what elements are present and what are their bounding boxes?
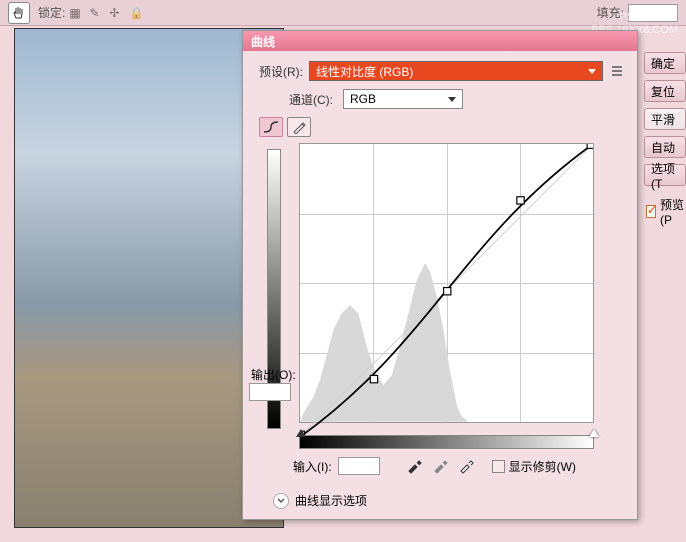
lock-label: 锁定: (38, 4, 65, 21)
options-button[interactable]: 选项(T (644, 164, 686, 186)
lock-transparency-icon[interactable]: ▦ (69, 6, 83, 20)
curves-graph[interactable] (299, 143, 594, 423)
lock-brush-icon[interactable]: ✎ (89, 6, 103, 20)
expand-options-icon[interactable] (273, 493, 289, 509)
gray-eyedropper-icon[interactable] (430, 456, 450, 476)
preset-dropdown[interactable]: 线性对比度 (RGB) (309, 61, 603, 81)
black-point-slider[interactable] (296, 429, 306, 437)
input-label: 输入(I): (293, 458, 332, 475)
advanced-label: 曲线显示选项 (295, 492, 367, 509)
lock-all-icon[interactable]: 🔒 (129, 6, 143, 20)
lock-move-icon[interactable]: ✢ (109, 6, 123, 20)
white-eyedropper-icon[interactable] (456, 456, 476, 476)
smooth-button[interactable]: 平滑 (644, 108, 686, 130)
output-label: 输出(O): (251, 366, 296, 383)
channel-dropdown[interactable]: RGB (343, 89, 463, 109)
chevron-down-icon (588, 69, 596, 74)
preset-label: 预设(R): (259, 63, 303, 80)
input-value-input[interactable] (338, 457, 380, 475)
channel-value: RGB (350, 92, 376, 106)
reset-button[interactable]: 复位 (644, 80, 686, 102)
curves-dialog: 曲线 预设(R): 线性对比度 (RGB) 通道(C): RGB (242, 30, 638, 520)
channel-label: 通道(C): (289, 91, 333, 108)
curve-point-tool[interactable] (259, 117, 283, 137)
black-eyedropper-icon[interactable] (404, 456, 424, 476)
output-input[interactable] (249, 383, 291, 401)
preview-label: 预览(P (660, 196, 686, 227)
chevron-down-icon (448, 97, 456, 102)
show-clipping-label: 显示修剪(W) (509, 458, 576, 475)
auto-button[interactable]: 自动 (644, 136, 686, 158)
preview-checkbox[interactable] (646, 205, 656, 218)
lock-icons: ▦ ✎ ✢ 🔒 (69, 6, 143, 20)
white-point-slider[interactable] (589, 429, 599, 437)
top-toolbar: 锁定: ▦ ✎ ✢ 🔒 填充: (0, 0, 686, 26)
dialog-title: 曲线 (243, 31, 637, 51)
preset-value: 线性对比度 (RGB) (316, 63, 413, 80)
hand-tool-icon[interactable] (8, 2, 30, 24)
curve-line (300, 144, 593, 437)
input-gradient (299, 435, 594, 449)
ok-button[interactable]: 确定 (644, 52, 686, 74)
show-clipping-checkbox[interactable] (492, 460, 505, 473)
pencil-tool[interactable] (287, 117, 311, 137)
dialog-buttons: 确定 复位 平滑 自动 选项(T 预览(P (644, 52, 686, 227)
preset-menu-icon[interactable] (609, 63, 625, 79)
